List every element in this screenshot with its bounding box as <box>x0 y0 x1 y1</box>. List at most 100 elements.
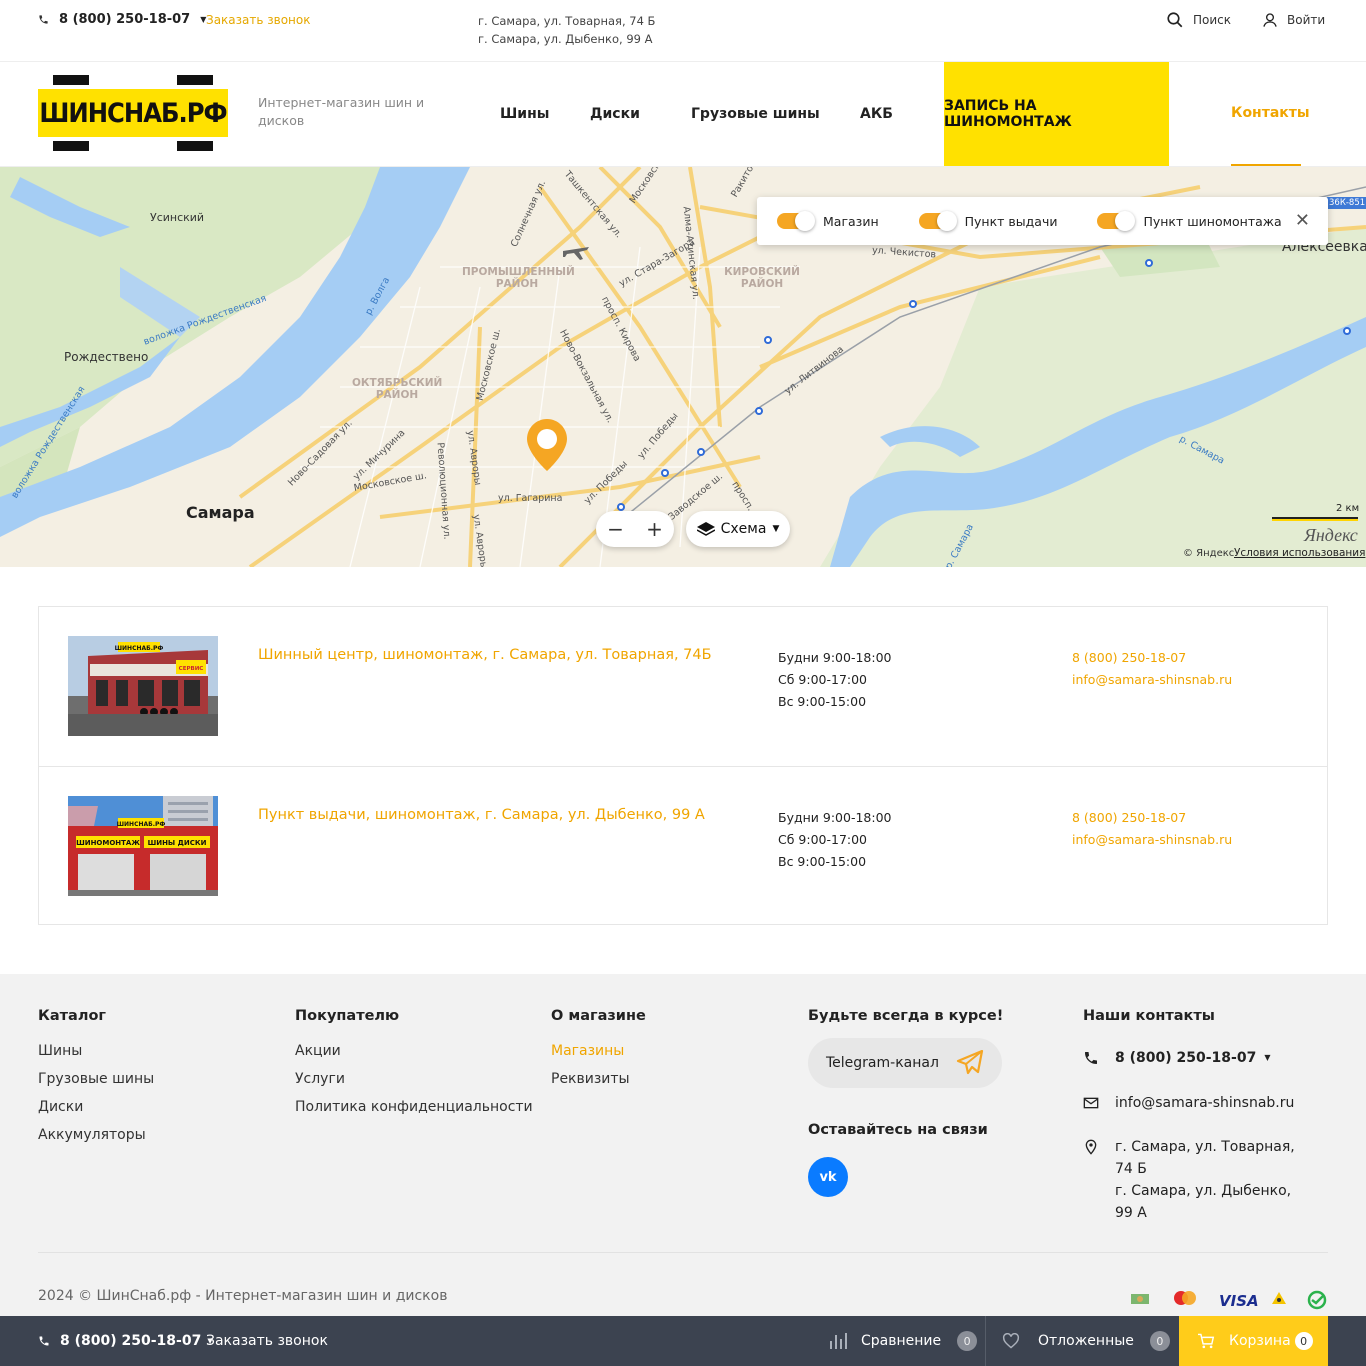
store-email-link[interactable]: info@samara-shinsnab.ru <box>1072 829 1232 851</box>
footer-catalog: Каталог Шины Грузовые шины Диски Аккумул… <box>38 1008 154 1154</box>
login-button[interactable]: Войти <box>1262 11 1325 29</box>
footer-heading: Каталог <box>38 1008 106 1024</box>
store-photo[interactable]: ШИНСНАБ.РФ ШИНОМОНТАЖ ШИНЫ ДИСКИ <box>68 796 218 896</box>
footer-link[interactable]: Шины <box>38 1042 154 1061</box>
vk-icon[interactable]: vk <box>808 1157 848 1197</box>
close-icon[interactable]: ✕ <box>1295 210 1310 231</box>
footer-link[interactable]: Акции <box>295 1042 533 1061</box>
legend-store[interactable]: Магазин <box>777 211 879 231</box>
chevron-down-icon[interactable]: ▼ <box>1264 1047 1270 1069</box>
zoom-in-button[interactable]: + <box>646 517 663 541</box>
layers-icon <box>696 522 715 536</box>
footer-link-stores[interactable]: Магазины <box>551 1042 646 1061</box>
footer-heading: Будьте всегда в курсе! <box>808 1008 1004 1024</box>
footer-email[interactable]: info@samara-shinsnab.ru <box>1083 1092 1294 1114</box>
footer-link[interactable]: Диски <box>38 1098 154 1117</box>
store-phone-link[interactable]: 8 (800) 250-18-07 <box>1072 647 1232 669</box>
legend-toggle[interactable] <box>777 211 815 231</box>
store-phone-link[interactable]: 8 (800) 250-18-07 <box>1072 807 1232 829</box>
legend-toggle[interactable] <box>1097 211 1136 231</box>
telegram-icon <box>956 1050 984 1075</box>
footer-link[interactable]: Аккумуляторы <box>38 1126 154 1145</box>
footer-heading: Наши контакты <box>1083 1008 1215 1024</box>
legend-toggle[interactable] <box>918 211 957 231</box>
user-icon <box>1263 13 1277 27</box>
favorites-button[interactable]: Отложенные 0 <box>1002 1316 1170 1366</box>
footer-social: Оставайтесь на связи <box>808 1122 988 1156</box>
store-title[interactable]: Шинный центр, шиномонтаж, г. Самара, ул.… <box>258 647 712 663</box>
legend-pickup[interactable]: Пункт выдачи <box>918 211 1057 231</box>
footer-email-text[interactable]: info@samara-shinsnab.ru <box>1115 1092 1294 1114</box>
zoom-out-button[interactable]: − <box>607 517 624 541</box>
road-badge: 36К-851 <box>1326 197 1366 209</box>
footer-about: О магазине Магазины Реквизиты <box>551 1008 646 1098</box>
bottom-phone[interactable]: 8 (800) 250-18-07 ▼ <box>38 1316 213 1366</box>
favorites-count: 0 <box>1149 1331 1170 1351</box>
nav-batteries[interactable]: АКБ <box>860 62 893 166</box>
photo-sign: ШИНСНАБ.РФ <box>117 821 166 828</box>
legend-service[interactable]: Пункт шиномонтажа <box>1097 211 1282 231</box>
photo-sign: СЕРВИС <box>179 666 204 672</box>
compare-label: Сравнение <box>861 1333 942 1349</box>
favorites-label: Отложенные <box>1038 1333 1134 1349</box>
cart-label: Корзина <box>1229 1333 1291 1349</box>
compare-button[interactable]: Сравнение 0 <box>829 1316 978 1366</box>
map-district-prom: ПРОМЫШЛЕННЫЙ РАЙОН <box>462 266 575 290</box>
store-title[interactable]: Пункт выдачи, шиномонтаж, г. Самара, ул.… <box>258 807 705 823</box>
airport-icon <box>563 247 589 260</box>
logo-text: ШИНСНАБ.РФ <box>38 89 228 137</box>
nav-tires[interactable]: Шины <box>500 62 549 166</box>
telegram-label: Telegram-канал <box>826 1055 939 1071</box>
store-marker-icon[interactable] <box>527 419 567 471</box>
cash-icon <box>1130 1290 1150 1309</box>
footer-contacts: Наши контакты <box>1083 1008 1215 1042</box>
site-logo[interactable]: ШИНСНАБ.РФ <box>38 75 228 151</box>
legend-label: Магазин <box>823 213 879 229</box>
bottom-callback-link[interactable]: Заказать звонок <box>206 1316 328 1366</box>
store-hours-saturday: Сб 9:00-17:00 <box>778 832 868 847</box>
divider <box>985 1316 986 1366</box>
top-addresses: г. Самара, ул. Товарная, 74 Б г. Самара,… <box>478 12 655 48</box>
store-list: ШИНСНАБ.РФ СЕРВИС Шинный центр, шиномонт… <box>38 606 1328 925</box>
store-hours: Будни 9:00-18:00 Сб 9:00-17:00 Вс 9:00-1… <box>778 647 892 713</box>
bottom-bar: 8 (800) 250-18-07 ▼ Заказать звонок Срав… <box>0 1316 1366 1366</box>
phone-icon <box>39 1336 49 1346</box>
photo-sign: ШИНСНАБ.РФ <box>115 645 164 652</box>
callback-link[interactable]: Заказать звонок <box>206 13 311 27</box>
store-hours-saturday: Сб 9:00-17:00 <box>778 672 868 687</box>
wallet-icon <box>1270 1290 1288 1309</box>
map-scale: 2 км <box>1336 503 1360 514</box>
store-hours-weekday: Будни 9:00-18:00 <box>778 810 892 825</box>
sber-icon <box>1307 1290 1327 1313</box>
store-email-link[interactable]: info@samara-shinsnab.ru <box>1072 669 1232 691</box>
search-label: Поиск <box>1193 13 1232 27</box>
footer-link[interactable]: Услуги <box>295 1070 533 1089</box>
top-phone[interactable]: 8 (800) 250-18-07 ▼ <box>38 12 206 27</box>
bottom-phone-number[interactable]: 8 (800) 250-18-07 <box>60 1333 201 1349</box>
telegram-button[interactable]: Telegram-канал <box>808 1038 1002 1088</box>
nav-wheels[interactable]: Диски <box>590 62 640 166</box>
store-map[interactable]: Самара Рождествено Усинский Алексеевка П… <box>0 167 1366 567</box>
footer-news: Будьте всегда в курсе! <box>808 1008 1003 1042</box>
footer-link[interactable]: Грузовые шины <box>38 1070 154 1089</box>
footer-phone[interactable]: 8 (800) 250-18-07 ▼ <box>1083 1047 1270 1069</box>
footer-phone-number[interactable]: 8 (800) 250-18-07 <box>1115 1047 1256 1069</box>
search-button[interactable]: Поиск <box>1166 11 1231 29</box>
visa-icon: VISA <box>1219 1292 1259 1310</box>
tire-service-booking-button[interactable]: ЗАПИСЬ НА ШИНОМОНТАЖ <box>944 62 1169 166</box>
nav-contacts[interactable]: Контакты <box>1231 62 1310 166</box>
map-layer-button[interactable]: Схема ▼ <box>686 511 790 547</box>
map-label-samara: Самара <box>186 503 255 522</box>
map-label-usinsky: Усинский <box>150 211 205 224</box>
store-photo[interactable]: ШИНСНАБ.РФ СЕРВИС <box>68 636 218 736</box>
nav-truck-tires[interactable]: Грузовые шины <box>691 62 820 166</box>
map-terms-link[interactable]: Условия использования <box>1234 547 1365 559</box>
footer-link[interactable]: Политика конфиденциальности <box>295 1098 533 1117</box>
cart-button[interactable]: Корзина 0 <box>1179 1316 1328 1366</box>
map-layer-label: Схема <box>720 521 767 537</box>
footer-link[interactable]: Реквизиты <box>551 1070 646 1089</box>
store-hours: Будни 9:00-18:00 Сб 9:00-17:00 Вс 9:00-1… <box>778 807 892 873</box>
logo-bars-bottom <box>53 141 213 151</box>
top-phone-number[interactable]: 8 (800) 250-18-07 <box>59 12 190 27</box>
map-copyright: © Яндекс <box>1183 548 1235 559</box>
